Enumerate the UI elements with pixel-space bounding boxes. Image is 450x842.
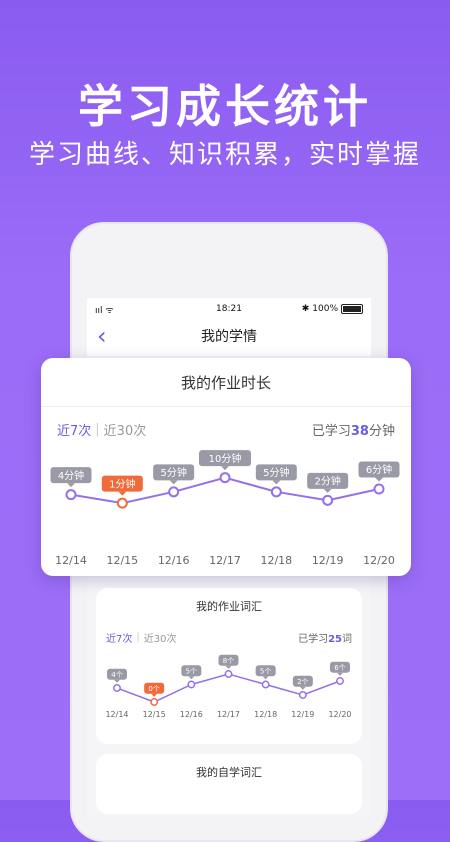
card-title: 我的作业时长 bbox=[180, 374, 271, 392]
data-point bbox=[261, 680, 270, 689]
bubble-pointer bbox=[225, 665, 232, 669]
homework-words-chart: 4个 12/14 0个 12/15 5个 12/16 8个 12/17 5个 12/18 2个 12/… bbox=[105, 654, 352, 719]
learned-suffix: 分钟 bbox=[368, 424, 395, 439]
x-tick-label: 12/18 bbox=[260, 554, 292, 567]
data-point bbox=[322, 494, 334, 506]
range-7-tab[interactable]: 近7次 bbox=[106, 630, 132, 645]
data-point bbox=[113, 684, 121, 692]
learned-suffix: 词 bbox=[342, 634, 352, 645]
bubble-pointer bbox=[337, 672, 343, 676]
battery-icon bbox=[341, 304, 363, 314]
bubble-pointer bbox=[221, 466, 229, 471]
data-label: 5分钟 bbox=[263, 466, 289, 479]
data-label: 8个 bbox=[223, 657, 234, 665]
bubble-pointer bbox=[272, 480, 281, 485]
data-label: 5分钟 bbox=[160, 466, 186, 479]
x-tick-label: 12/17 bbox=[209, 554, 241, 567]
battery-area: ✱ 100% bbox=[302, 304, 363, 314]
data-label: 4分钟 bbox=[58, 469, 84, 482]
data-label: 6分钟 bbox=[366, 463, 392, 476]
learned-value: 38 bbox=[350, 424, 369, 439]
range-separator: | bbox=[95, 422, 100, 437]
data-point bbox=[219, 472, 231, 484]
x-tick-label: 12/14 bbox=[55, 554, 87, 567]
data-label: 0个 bbox=[148, 685, 159, 693]
bubble-pointer bbox=[323, 488, 332, 493]
data-label: 1分钟 bbox=[109, 477, 135, 490]
data-point bbox=[224, 670, 233, 678]
hero-title: 学习成长统计 bbox=[77, 80, 372, 133]
data-point bbox=[150, 698, 159, 706]
divider bbox=[41, 406, 411, 407]
data-point bbox=[336, 677, 344, 685]
bubble-pointer bbox=[118, 491, 127, 496]
homework-time-chart: 4分钟 12/14 1分钟 12/15 5分钟 12/16 10分钟 12/17 5分钟 12/1… bbox=[50, 450, 400, 567]
homework-words-card: 我的作业词汇 近7次 | 近30次 已学习25词 4个 12/14 0个 12/15 5… bbox=[96, 588, 362, 744]
x-tick-label: 12/16 bbox=[180, 710, 203, 719]
data-label: 2个 bbox=[297, 678, 308, 686]
range-switch: 近7次 | 近30次 bbox=[57, 420, 146, 439]
x-tick-label: 12/19 bbox=[291, 710, 314, 719]
x-tick-label: 12/19 bbox=[312, 554, 344, 567]
x-tick-label: 12/20 bbox=[328, 710, 351, 719]
x-tick-label: 12/15 bbox=[106, 554, 138, 567]
bubble-pointer bbox=[67, 483, 75, 488]
bubble-pointer bbox=[169, 480, 178, 485]
bubble-pointer bbox=[375, 477, 383, 482]
bubble-pointer bbox=[299, 686, 306, 690]
range-30-tab[interactable]: 近30次 bbox=[144, 630, 177, 645]
page-title: 我的学情 bbox=[201, 329, 257, 345]
range-30-tab[interactable]: 近30次 bbox=[104, 420, 147, 439]
x-tick-label: 12/14 bbox=[105, 710, 128, 719]
data-point bbox=[270, 486, 282, 498]
learned-value: 25 bbox=[328, 634, 342, 645]
data-label: 4个 bbox=[111, 671, 122, 679]
bubble-pointer bbox=[114, 679, 120, 683]
x-tick-label: 12/18 bbox=[254, 710, 277, 719]
learned-total: 已学习25词 bbox=[298, 630, 352, 645]
status-bar: ııl ᯤ 18:21 ✱ 100% bbox=[87, 298, 371, 320]
bubble-pointer bbox=[188, 676, 195, 680]
hero-subtitle: 学习曲线、知识积累，实时掌握 bbox=[28, 140, 421, 170]
card-title: 我的自学词汇 bbox=[196, 766, 262, 779]
bubble-pointer bbox=[262, 676, 269, 680]
data-label: 2分钟 bbox=[314, 474, 340, 487]
x-tick-label: 12/20 bbox=[363, 554, 395, 567]
data-point bbox=[373, 483, 385, 495]
bubble-pointer bbox=[151, 693, 158, 697]
self-study-words-card: 我的自学词汇 bbox=[96, 754, 362, 814]
range-separator: | bbox=[136, 632, 140, 643]
data-point bbox=[168, 486, 180, 498]
data-label: 5个 bbox=[260, 667, 271, 675]
x-tick-label: 12/16 bbox=[158, 554, 190, 567]
range-7-tab[interactable]: 近7次 bbox=[57, 420, 91, 439]
learned-prefix: 已学习 bbox=[298, 634, 329, 645]
card-title: 我的作业词汇 bbox=[196, 600, 262, 613]
x-tick-label: 12/15 bbox=[143, 710, 166, 719]
data-point bbox=[116, 497, 128, 509]
learned-prefix: 已学习 bbox=[311, 424, 351, 439]
data-point bbox=[298, 691, 307, 699]
data-point bbox=[65, 489, 77, 501]
data-label: 6个 bbox=[334, 664, 345, 672]
homework-time-card: 我的作业时长 近7次 | 近30次 已学习38分钟 4分钟 12/14 1分钟 12/… bbox=[41, 358, 411, 576]
nav-bar: ‹ 我的学情 bbox=[87, 320, 371, 356]
x-tick-label: 12/17 bbox=[217, 710, 240, 719]
data-point bbox=[187, 680, 196, 689]
data-label: 10分钟 bbox=[209, 452, 242, 465]
data-label: 5个 bbox=[186, 667, 197, 675]
bluetooth-icon: ✱ bbox=[301, 304, 310, 314]
battery-percent: 100% bbox=[312, 304, 338, 314]
learned-total: 已学习38分钟 bbox=[312, 420, 395, 439]
range-switch: 近7次 | 近30次 bbox=[106, 630, 176, 645]
